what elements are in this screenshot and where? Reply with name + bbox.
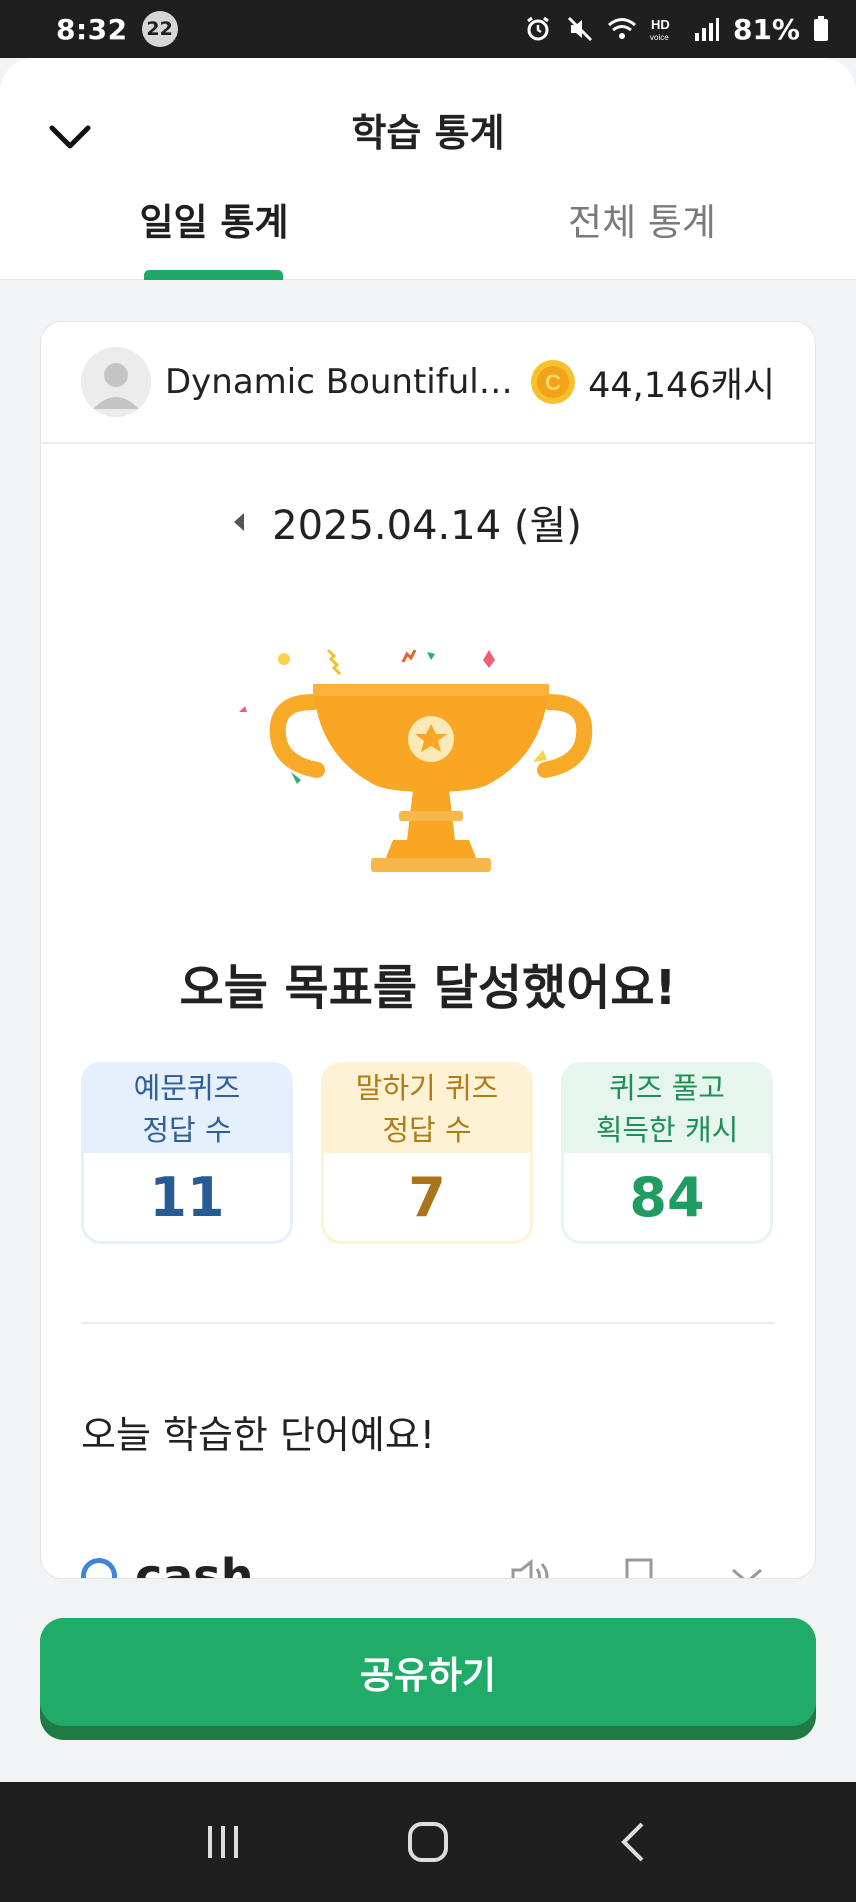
signal-icon — [691, 14, 721, 44]
page-title: 학습 통계 — [351, 111, 505, 155]
trophy-icon — [239, 648, 593, 872]
wifi-icon — [607, 14, 637, 44]
svg-text:HD: HD — [651, 17, 670, 32]
profile-row: Dynamic Bountiful Jaguar C 44,146캐시 — [41, 322, 815, 444]
system-nav-bar — [0, 1782, 856, 1902]
stat-label: 말하기 퀴즈 정답 수 — [324, 1065, 530, 1153]
battery-icon — [812, 14, 830, 44]
stat-label-line: 말하기 퀴즈 — [355, 1071, 499, 1105]
stat-speaking-quiz: 말하기 퀴즈 정답 수 7 — [321, 1062, 533, 1244]
stat-example-quiz: 예문퀴즈 정답 수 11 — [81, 1062, 293, 1244]
chevron-down-icon[interactable] — [719, 1548, 775, 1578]
tab-daily-stats[interactable]: 일일 통계 — [94, 192, 334, 246]
word-actions — [503, 1548, 775, 1578]
stat-label-line: 정답 수 — [382, 1113, 472, 1147]
bookmark-icon[interactable] — [611, 1548, 667, 1578]
stat-label-line: 예문퀴즈 — [133, 1071, 241, 1105]
goal-achieved-message: 오늘 목표를 달성했어요! — [179, 960, 677, 1016]
header-sheet: 학습 통계 일일 통계 전체 통계 — [0, 58, 856, 280]
stat-value: 84 — [629, 1165, 705, 1229]
stat-value: 11 — [149, 1165, 225, 1229]
recent-apps-icon[interactable] — [183, 1802, 263, 1882]
stat-label: 퀴즈 풀고 획득한 캐시 — [564, 1065, 770, 1153]
stat-value: 7 — [408, 1165, 446, 1229]
tab-total-stats[interactable]: 전체 통계 — [522, 192, 762, 246]
mute-icon — [565, 14, 595, 44]
stat-label: 예문퀴즈 정답 수 — [84, 1065, 290, 1153]
word-status-icon — [81, 1558, 117, 1578]
svg-text:voice: voice — [650, 33, 669, 42]
list-item[interactable]: cash — [81, 1546, 775, 1579]
back-icon[interactable] — [593, 1802, 673, 1882]
daily-stats-card: Dynamic Bountiful Jaguar C 44,146캐시 2025… — [40, 321, 816, 1579]
status-icons: HD voice 81% — [523, 13, 830, 46]
home-icon[interactable] — [388, 1802, 468, 1882]
svg-text:C: C — [545, 370, 561, 395]
cash-amount: 44,146캐시 — [588, 365, 775, 406]
username: Dynamic Bountiful Jaguar — [165, 362, 516, 402]
hd-voice-icon: HD voice — [649, 14, 679, 44]
notification-count-badge: 22 — [141, 11, 178, 47]
coin-icon: C — [530, 359, 576, 405]
share-button-label: 공유하기 — [40, 1618, 816, 1726]
status-time: 8:32 — [56, 12, 128, 46]
stat-label-line: 퀴즈 풀고 — [609, 1071, 725, 1105]
stat-earned-cash: 퀴즈 풀고 획득한 캐시 84 — [561, 1062, 773, 1244]
tab-selected-indicator — [144, 270, 283, 280]
share-button[interactable]: 공유하기 — [40, 1618, 816, 1740]
caret-left-icon[interactable] — [224, 507, 254, 537]
status-bar: 8:32 22 HD voice 81% — [0, 0, 856, 58]
speaker-icon[interactable] — [503, 1548, 559, 1578]
stat-label-line: 획득한 캐시 — [595, 1113, 739, 1147]
learned-words-title: 오늘 학습한 단어예요! — [81, 1413, 436, 1457]
word-text: cash — [135, 1549, 254, 1579]
date-label: 2025.04.14 (월) — [272, 503, 582, 549]
section-divider — [81, 1322, 775, 1324]
stat-label-line: 정답 수 — [142, 1113, 232, 1147]
avatar — [81, 347, 151, 417]
alarm-icon — [523, 14, 553, 44]
date-selector: 2025.04.14 (월) — [41, 492, 815, 552]
battery-percent: 81% — [732, 12, 800, 46]
